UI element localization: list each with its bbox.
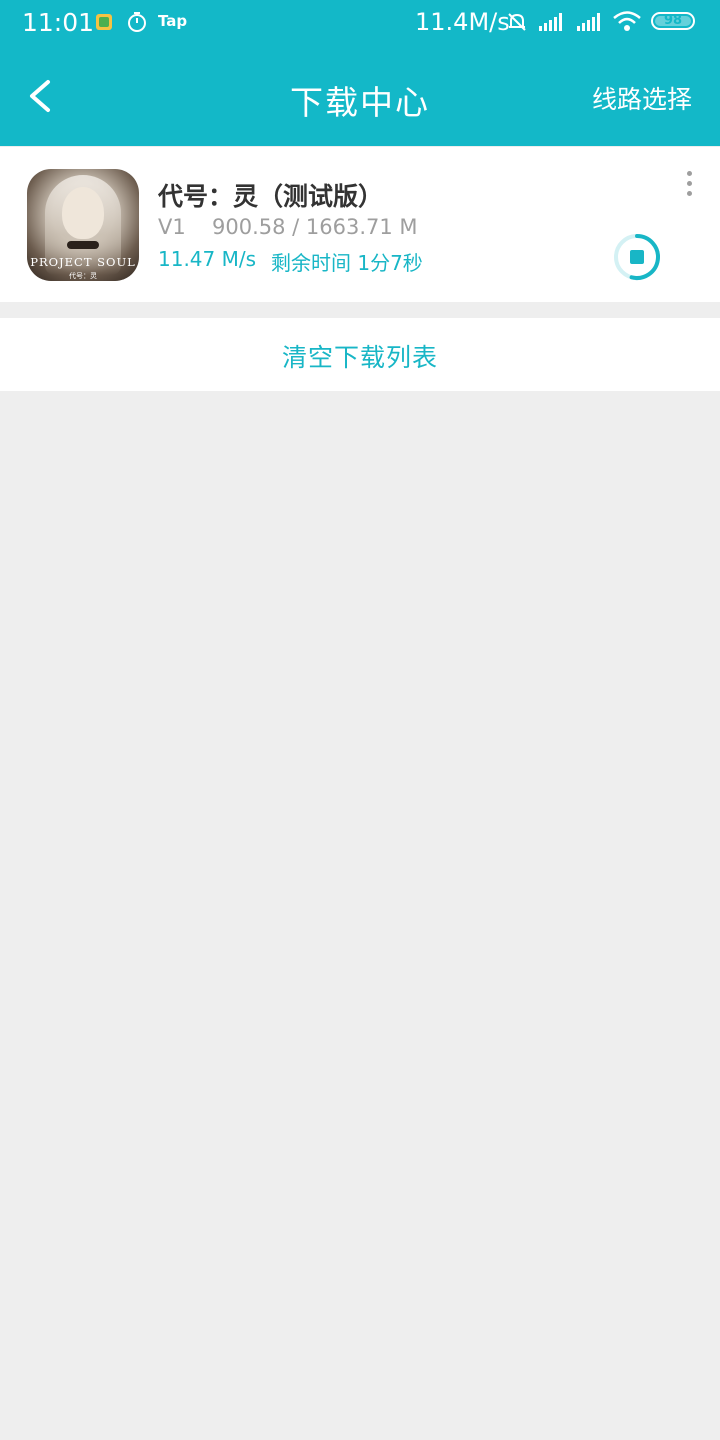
clear-list-row: 清空下载列表 [0, 318, 720, 391]
app-icon-text: PROJECT SOUL [30, 255, 136, 269]
app-icon-subtext: 代号：灵 [69, 272, 97, 280]
clear-download-list-button[interactable]: 清空下载列表 [0, 338, 720, 374]
remaining-time: 剩余时间 1分7秒 [271, 251, 423, 275]
status-time: 11:01 [22, 8, 95, 37]
battery-icon: 98 [651, 12, 695, 30]
tap-app-icon: Tap [158, 12, 188, 30]
notes-app-icon [96, 14, 112, 30]
download-size-progress: 900.58 / 1663.71 M [212, 215, 418, 239]
wifi-icon [613, 11, 641, 31]
download-item[interactable]: PROJECT SOUL 代号：灵 代号：灵（测试版） V1 900.58 / … [0, 147, 720, 302]
battery-level: 98 [663, 13, 683, 28]
app-name: 代号：灵（测试版） [158, 182, 384, 211]
more-options-icon[interactable] [680, 171, 700, 197]
bell-muted-icon [508, 13, 526, 31]
app-version: V1 [158, 215, 186, 239]
route-select-button[interactable]: 线路选择 [592, 80, 692, 116]
stop-icon [630, 250, 644, 264]
stop-download-button[interactable] [612, 232, 662, 282]
stopwatch-icon [128, 12, 146, 32]
app-bar: 下载中心 线路选择 [0, 46, 720, 146]
signal-icon [539, 13, 562, 31]
app-icon: PROJECT SOUL 代号：灵 [27, 169, 139, 281]
network-speed: 11.4M/s [415, 8, 510, 36]
download-speed: 11.47 M/s [158, 247, 257, 271]
status-bar: 11:01 Tap 11.4M/s 98 [0, 0, 720, 46]
signal-icon [577, 13, 600, 31]
